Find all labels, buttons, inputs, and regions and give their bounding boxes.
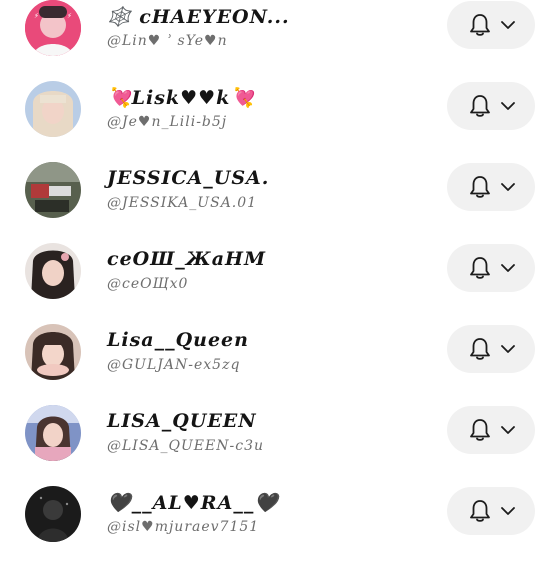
notification-button[interactable] — [447, 82, 535, 130]
svg-text:⚡: ⚡ — [67, 12, 72, 20]
account-handle: @JESSIKA_USA.01 — [107, 195, 258, 211]
account-name: 🕸️ cHAEYEON... — [107, 6, 290, 28]
following-list: ⚡ ⚡ 🕸️ cHAEYEON... @Lin♥ ʾ sYe♥n 💘Lisk♥♥… — [0, 0, 560, 560]
avatar[interactable] — [25, 405, 81, 461]
notification-button[interactable] — [447, 325, 535, 373]
chevron-down-icon — [501, 345, 515, 353]
notification-button[interactable] — [447, 1, 535, 49]
chevron-down-icon — [501, 102, 515, 110]
list-item[interactable]: сеОШ_ЖаНМ @сеОЩх0 — [0, 243, 560, 324]
avatar[interactable] — [25, 243, 81, 299]
list-item[interactable]: 💘Lisk♥♥k💘 @Je♥n_Lili-b5j — [0, 81, 560, 162]
notification-button[interactable] — [447, 244, 535, 292]
account-name: 🖤__AL♥RA__🖤 — [107, 492, 279, 514]
list-item[interactable]: ⚡ ⚡ 🕸️ cHAEYEON... @Lin♥ ʾ sYe♥n — [0, 0, 560, 81]
account-handle: @Lin♥ ʾ sYe♥n — [107, 33, 228, 49]
account-handle: @Je♥n_Lili-b5j — [107, 114, 228, 130]
account-handle: @isl♥mjuraev7151 — [107, 519, 260, 535]
list-item[interactable]: Lisa__Queen @GULJAN-ex5zq — [0, 324, 560, 405]
account-name: JESSICA_USA. — [107, 167, 270, 189]
avatar[interactable] — [25, 486, 81, 542]
avatar[interactable]: ⚡ ⚡ — [25, 0, 81, 56]
notification-button[interactable] — [447, 406, 535, 454]
chevron-down-icon — [501, 507, 515, 515]
bell-icon — [470, 14, 490, 36]
account-name: 💘Lisk♥♥k💘 — [107, 87, 255, 109]
account-name: сеОШ_ЖаНМ — [107, 248, 267, 270]
avatar[interactable] — [25, 81, 81, 137]
bell-icon — [470, 176, 490, 198]
account-handle: @GULJAN-ex5zq — [107, 357, 241, 373]
chevron-down-icon — [501, 183, 515, 191]
avatar[interactable] — [25, 324, 81, 380]
avatar[interactable] — [25, 162, 81, 218]
notification-button[interactable] — [447, 163, 535, 211]
list-item[interactable]: 🖤__AL♥RA__🖤 @isl♥mjuraev7151 — [0, 486, 560, 567]
bell-icon — [470, 257, 490, 279]
bell-icon — [470, 338, 490, 360]
account-handle: @сеОЩх0 — [107, 276, 189, 292]
bell-icon — [470, 500, 490, 522]
account-handle: @LISA_QUEEN-c3u — [107, 438, 264, 454]
bell-icon — [470, 95, 490, 117]
bell-icon — [470, 419, 490, 441]
chevron-down-icon — [501, 21, 515, 29]
notification-button[interactable] — [447, 487, 535, 535]
svg-text:⚡: ⚡ — [34, 12, 39, 20]
chevron-down-icon — [501, 264, 515, 272]
chevron-down-icon — [501, 426, 515, 434]
account-name: LISA_QUEEN — [107, 410, 257, 432]
account-name: Lisa__Queen — [107, 329, 249, 351]
list-item[interactable]: JESSICA_USA. @JESSIKA_USA.01 — [0, 162, 560, 243]
list-item[interactable]: LISA_QUEEN @LISA_QUEEN-c3u — [0, 405, 560, 486]
